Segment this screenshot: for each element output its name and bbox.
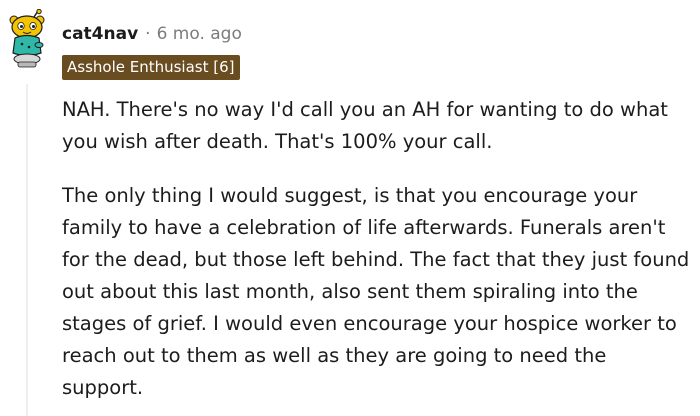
comment-paragraph: The only thing I would suggest, is that … bbox=[62, 184, 690, 399]
comment-timestamp[interactable]: 6 mo. ago bbox=[157, 24, 242, 44]
comment: cat4nav · 6 mo. ago Asshole Enthusiast [… bbox=[0, 0, 700, 416]
meta-separator: · bbox=[145, 24, 151, 44]
comment-body: NAH. There's no way I'd call you an AH f… bbox=[62, 94, 692, 404]
user-flair-badge: Asshole Enthusiast [6] bbox=[62, 55, 240, 80]
comment-meta: cat4nav · 6 mo. ago bbox=[62, 22, 242, 46]
comment-author[interactable]: cat4nav bbox=[62, 24, 138, 44]
comment-paragraph: NAH. There's no way I'd call you an AH f… bbox=[62, 98, 668, 153]
user-avatar[interactable] bbox=[6, 8, 48, 69]
thread-collapse-line[interactable] bbox=[26, 84, 28, 416]
snoo-avatar-icon bbox=[9, 8, 45, 68]
